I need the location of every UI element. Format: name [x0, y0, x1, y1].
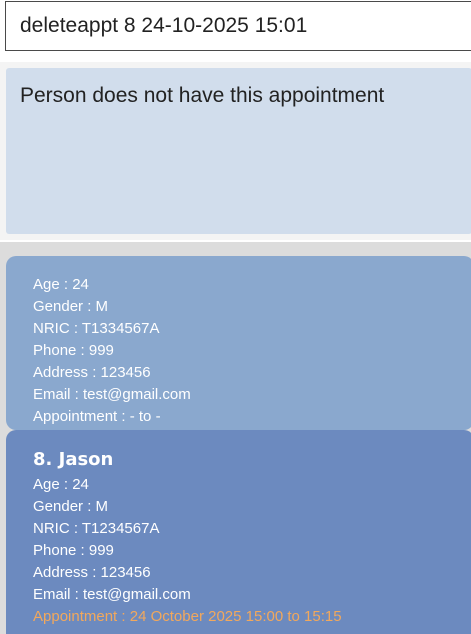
phone-field: Phone : 999 [33, 342, 114, 359]
address-field: Address : 123456 [33, 564, 151, 581]
email-field: Email : test@gmail.com [33, 586, 191, 603]
command-bar: deleteappt 8 24-10-2025 15:01 [0, 0, 471, 62]
address-field: Address : 123456 [33, 364, 151, 381]
gender-field: Gender : M [33, 298, 109, 315]
person-card[interactable]: Age : 24 Gender : M NRIC : T1334567A Pho… [6, 256, 471, 430]
phone-field: Phone : 999 [33, 542, 114, 559]
person-card-selected[interactable]: 8. Jason Age : 24 Gender : M NRIC : T123… [6, 430, 471, 634]
nric-field: NRIC : T1334567A [33, 320, 160, 337]
email-field: Email : test@gmail.com [33, 386, 191, 403]
person-list[interactable]: Age : 24 Gender : M NRIC : T1334567A Pho… [0, 242, 471, 634]
command-input[interactable]: deleteappt 8 24-10-2025 15:01 [5, 1, 471, 51]
result-panel: Person does not have this appointment [0, 62, 471, 240]
appointment-field: Appointment : - to - [33, 408, 161, 425]
appointment-field: Appointment : 24 October 2025 15:00 to 1… [33, 608, 342, 625]
age-field: Age : 24 [33, 276, 89, 293]
age-field: Age : 24 [33, 476, 89, 493]
result-display: Person does not have this appointment [6, 68, 471, 234]
person-name: 8. Jason [33, 449, 114, 470]
gender-field: Gender : M [33, 498, 109, 515]
nric-field: NRIC : T1234567A [33, 520, 160, 537]
